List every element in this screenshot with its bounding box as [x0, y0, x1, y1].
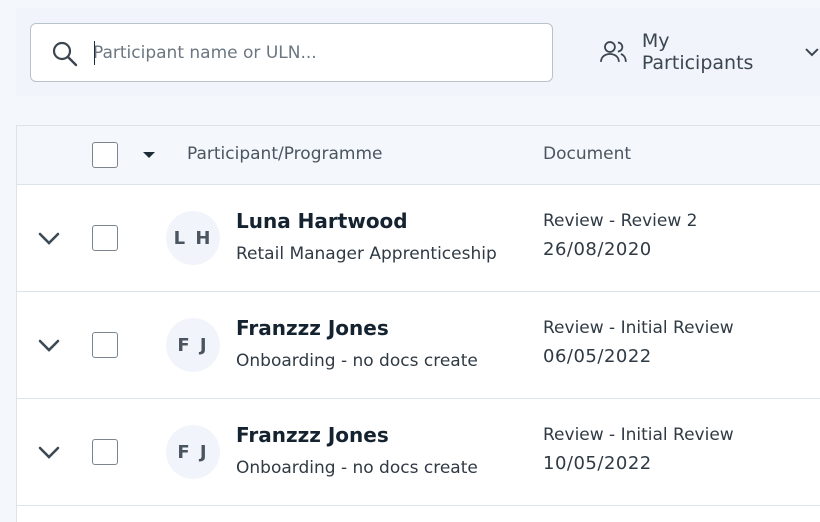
chevron-down-icon[interactable]: [37, 336, 61, 356]
text-cursor: [94, 41, 95, 65]
search-icon: [52, 41, 78, 67]
participant-name[interactable]: Franzzz Jones: [236, 423, 389, 447]
row-checkbox[interactable]: [92, 332, 118, 358]
participant-name[interactable]: Luna Hartwood: [236, 209, 408, 233]
document-date: 10/05/2022: [543, 453, 652, 474]
select-options-caret-icon[interactable]: [143, 152, 155, 158]
document-title[interactable]: Review - Review 2: [543, 211, 697, 231]
chevron-down-icon: [805, 48, 819, 57]
document-title[interactable]: Review - Initial Review: [543, 425, 734, 445]
document-date: 06/05/2022: [543, 346, 652, 367]
table-row: F J Franzzz Jones Onboarding - no docs c…: [17, 399, 820, 506]
programme-name: Onboarding - no docs create: [236, 351, 478, 371]
avatar: F J: [166, 425, 220, 479]
people-icon: [600, 41, 627, 63]
column-header-participant[interactable]: Participant/Programme: [187, 144, 382, 164]
my-participants-dropdown[interactable]: My Participants: [600, 30, 820, 74]
table-header: Participant/Programme Document: [17, 126, 820, 185]
table-row: L H Luna Hartwood Retail Manager Apprent…: [17, 185, 820, 292]
participants-table: Participant/Programme Document L H Luna …: [16, 125, 820, 522]
my-participants-label: My Participants: [641, 30, 754, 74]
select-all-checkbox[interactable]: [92, 142, 118, 168]
document-date: 26/08/2020: [543, 239, 652, 260]
programme-name: Retail Manager Apprenticeship: [236, 244, 497, 264]
row-checkbox[interactable]: [92, 225, 118, 251]
avatar: F J: [166, 318, 220, 372]
chevron-down-icon[interactable]: [37, 443, 61, 463]
column-header-document[interactable]: Document: [543, 144, 631, 164]
programme-name: Onboarding - no docs create: [236, 458, 478, 478]
table-row: F J Franzzz Jones Onboarding - no docs c…: [17, 292, 820, 399]
avatar: L H: [166, 211, 220, 265]
search-box[interactable]: [30, 23, 553, 82]
search-input[interactable]: [93, 38, 533, 68]
row-checkbox[interactable]: [92, 439, 118, 465]
document-title[interactable]: Review - Initial Review: [543, 318, 734, 338]
chevron-down-icon[interactable]: [37, 229, 61, 249]
participant-name[interactable]: Franzzz Jones: [236, 316, 389, 340]
